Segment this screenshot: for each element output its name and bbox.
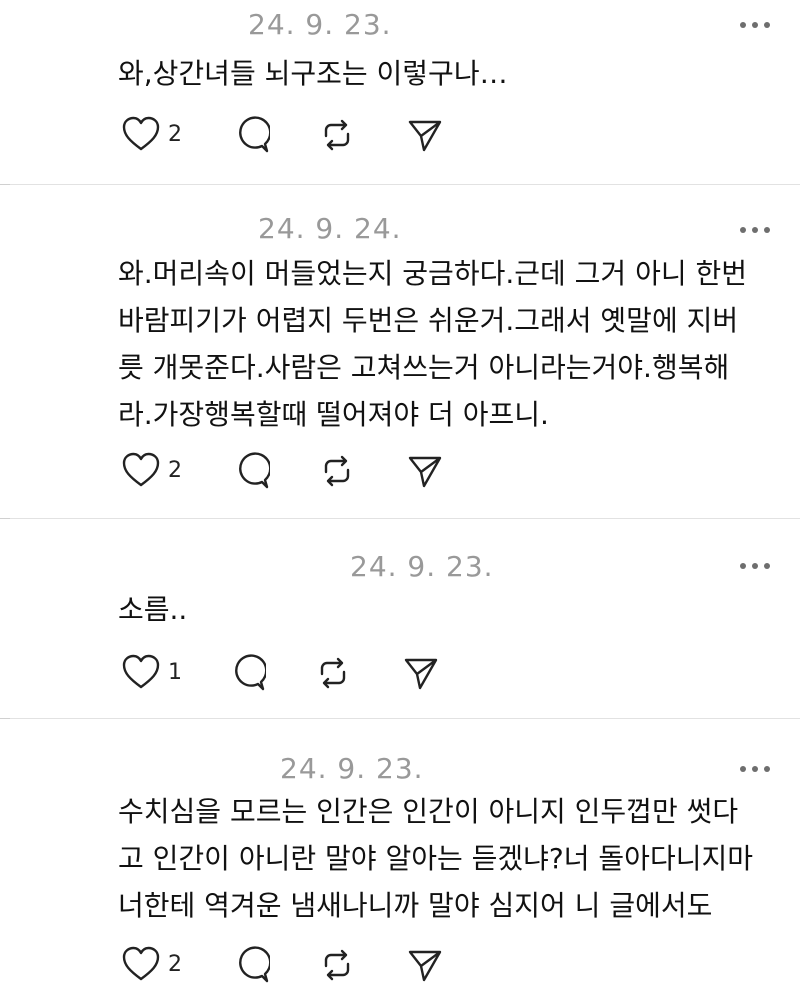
post-text-line: 와.머리속이 머들었는지 궁금하다.근데 그거 아니 한번	[118, 257, 748, 290]
post-divider	[0, 718, 800, 719]
send-icon	[404, 658, 438, 690]
more-options-icon[interactable]	[740, 225, 770, 235]
like-button[interactable]: 2	[122, 946, 182, 982]
share-button[interactable]	[402, 654, 440, 692]
repost-icon	[324, 119, 350, 151]
post-text-line: 바람피기가 어렵지 두번은 쉬운거.그래서 옛말에 지버	[118, 304, 739, 337]
repost-button[interactable]	[318, 452, 356, 490]
post-timestamp: 24. 9. 24.	[258, 212, 402, 245]
heart-icon	[122, 654, 160, 689]
post-text: 와,상간녀들 뇌구조는 이렇구나…	[118, 50, 508, 97]
repost-icon	[324, 949, 350, 981]
send-icon	[408, 456, 442, 488]
post-timestamp: 24. 9. 23.	[248, 8, 392, 41]
post-timestamp: 24. 9. 23.	[350, 550, 494, 583]
like-button[interactable]: 1	[122, 654, 182, 690]
post-text-line: 와,상간녀들 뇌구조는 이렇구나…	[118, 57, 508, 90]
more-options-icon[interactable]	[740, 764, 770, 774]
post-text-line: 릇 개못준다.사람은 고쳐쓰는거 아니라는거야.행복해	[118, 351, 730, 384]
comment-icon	[239, 452, 270, 489]
like-button[interactable]: 2	[122, 452, 182, 488]
like-count: 2	[168, 457, 182, 483]
like-count: 2	[168, 951, 182, 977]
reply-button[interactable]	[228, 654, 266, 692]
comment-icon	[239, 116, 270, 153]
like-button[interactable]: 2	[122, 116, 182, 152]
post-divider	[0, 518, 800, 519]
post-text: 와.머리속이 머들었는지 궁금하다.근데 그거 아니 한번 바람피기가 어렵지 …	[118, 250, 747, 438]
repost-icon	[320, 657, 346, 689]
more-options-icon[interactable]	[740, 561, 770, 571]
post-divider	[0, 184, 800, 185]
post-text-line: 고 인간이 아니란 말야 알아는 듣겠냐?너 돌아다니지마	[118, 842, 753, 875]
heart-icon	[122, 116, 160, 151]
post-text-line: 너한테 역겨운 냄새나니까 말야 심지어 니 글에서도	[118, 889, 713, 922]
post-text-line: 소름..	[118, 593, 188, 626]
post-text: 소름..	[118, 586, 187, 633]
repost-icon	[324, 455, 350, 487]
send-icon	[408, 950, 442, 982]
like-count: 2	[168, 121, 182, 147]
share-button[interactable]	[406, 946, 444, 984]
repost-button[interactable]	[318, 116, 356, 154]
repost-button[interactable]	[314, 654, 352, 692]
more-options-icon[interactable]	[740, 20, 770, 30]
post-text-line: 수치심을 모르는 인간은 인간이 아니지 인두껍만 썻다	[118, 795, 739, 828]
reply-button[interactable]	[232, 116, 270, 154]
heart-icon	[122, 452, 160, 487]
reply-button[interactable]	[232, 452, 270, 490]
post-text-line: 라.가장행복할때 떨어져야 더 아프니.	[118, 398, 549, 431]
post-timestamp: 24. 9. 23.	[280, 752, 424, 785]
share-button[interactable]	[406, 116, 444, 154]
send-icon	[408, 120, 442, 152]
reply-button[interactable]	[232, 946, 270, 984]
post-text: 수치심을 모르는 인간은 인간이 아니지 인두껍만 썻다 고 인간이 아니란 말…	[118, 788, 753, 929]
heart-icon	[122, 946, 160, 981]
repost-button[interactable]	[318, 946, 356, 984]
comment-icon	[235, 654, 266, 691]
comment-icon	[239, 946, 270, 983]
like-count: 1	[168, 659, 182, 685]
share-button[interactable]	[406, 452, 444, 490]
